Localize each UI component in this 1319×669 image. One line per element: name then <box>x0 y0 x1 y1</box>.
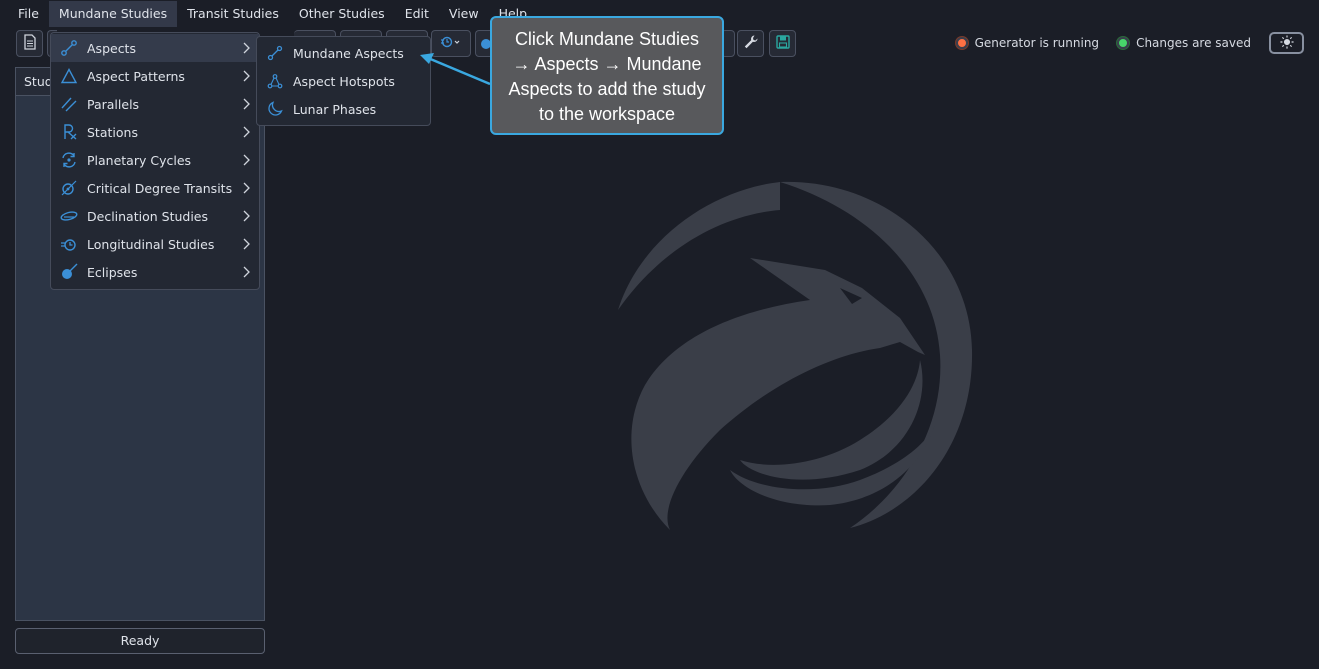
menu-item-label: Aspects <box>87 40 136 56</box>
menu-item-label: Critical Degree Transits <box>87 180 233 196</box>
sun-icon <box>1279 34 1294 53</box>
save-status: Changes are saved <box>1117 36 1251 50</box>
generator-status: Generator is running <box>955 36 1100 50</box>
eagle-logo <box>618 181 973 530</box>
hotspots-icon <box>265 71 285 91</box>
declination-icon <box>59 206 79 226</box>
save-button[interactable] <box>769 30 796 57</box>
menu-item-parallels[interactable]: Parallels <box>51 90 259 118</box>
aspects-icon <box>265 43 285 63</box>
menu-item-label: Aspect Patterns <box>87 68 185 84</box>
submenu-item-label: Lunar Phases <box>293 101 377 117</box>
document-icon <box>22 33 38 54</box>
chevron-right-icon <box>243 238 250 250</box>
menu-other-studies[interactable]: Other Studies <box>289 1 395 27</box>
menu-item-label: Stations <box>87 124 138 140</box>
longitudinal-icon <box>59 234 79 254</box>
save-status-label: Changes are saved <box>1136 36 1251 50</box>
aspects-submenu: Mundane Aspects Aspect Hotspots Lunar Ph… <box>256 36 431 126</box>
chevron-right-icon <box>243 154 250 166</box>
generator-status-indicator <box>955 37 968 49</box>
menu-item-label: Longitudinal Studies <box>87 236 215 252</box>
chevron-right-icon <box>243 98 250 110</box>
chevron-right-icon <box>243 70 250 82</box>
moon-icon <box>265 99 285 119</box>
status-area: Generator is running Changes are saved <box>955 31 1304 55</box>
chevron-right-icon <box>243 210 250 222</box>
aspects-icon <box>59 38 79 58</box>
triangle-icon <box>59 66 79 86</box>
menu-transit-studies[interactable]: Transit Studies <box>177 1 289 27</box>
new-document-button[interactable] <box>16 30 43 57</box>
menu-item-critical-degree-transits[interactable]: Critical Degree Transits <box>51 174 259 202</box>
eclipse-icon <box>59 262 79 282</box>
parallels-icon <box>59 94 79 114</box>
menu-item-eclipses[interactable]: Eclipses <box>51 258 259 286</box>
menu-view[interactable]: View <box>439 1 489 27</box>
menu-item-planetary-cycles[interactable]: Planetary Cycles <box>51 146 259 174</box>
generator-status-label: Generator is running <box>974 36 1100 50</box>
menu-item-label: Parallels <box>87 96 140 112</box>
wrench-icon <box>743 34 759 54</box>
submenu-item-aspect-hotspots[interactable]: Aspect Hotspots <box>257 67 430 95</box>
stations-icon <box>59 122 79 142</box>
chevron-right-icon <box>243 126 250 138</box>
menu-edit[interactable]: Edit <box>395 1 439 27</box>
longitudinal-icon <box>440 34 462 54</box>
menu-item-aspect-patterns[interactable]: Aspect Patterns <box>51 62 259 90</box>
cycles-icon <box>59 150 79 170</box>
menu-item-longitudinal-studies[interactable]: Longitudinal Studies <box>51 230 259 258</box>
chevron-right-icon <box>243 266 250 278</box>
menu-item-declination-studies[interactable]: Declination Studies <box>51 202 259 230</box>
menu-item-aspects[interactable]: Aspects <box>51 34 259 62</box>
theme-toggle-button[interactable] <box>1269 32 1304 54</box>
submenu-item-mundane-aspects[interactable]: Mundane Aspects <box>257 39 430 67</box>
menu-item-label: Eclipses <box>87 264 138 280</box>
submenu-item-label: Mundane Aspects <box>293 45 404 61</box>
settings-button[interactable] <box>737 30 764 57</box>
menu-mundane-studies[interactable]: Mundane Studies <box>48 1 178 27</box>
submenu-item-label: Aspect Hotspots <box>293 73 395 89</box>
critical-degree-icon <box>59 178 79 198</box>
mundane-studies-menu: Aspects Aspect Patterns Parallels Statio… <box>50 32 260 290</box>
menu-item-label: Planetary Cycles <box>87 152 192 168</box>
tutorial-callout: Click Mundane Studies → Aspects → Mundan… <box>490 16 724 135</box>
submenu-item-lunar-phases[interactable]: Lunar Phases <box>257 95 430 123</box>
longitudinal-dropdown-button[interactable] <box>431 30 471 57</box>
chevron-right-icon <box>243 42 250 54</box>
chevron-right-icon <box>243 182 250 194</box>
menu-item-stations[interactable]: Stations <box>51 118 259 146</box>
save-status-indicator <box>1117 37 1130 49</box>
menu-item-label: Declination Studies <box>87 208 209 224</box>
save-icon <box>775 34 791 54</box>
menu-file[interactable]: File <box>8 1 49 27</box>
status-bar-ready: Ready <box>15 628 265 654</box>
